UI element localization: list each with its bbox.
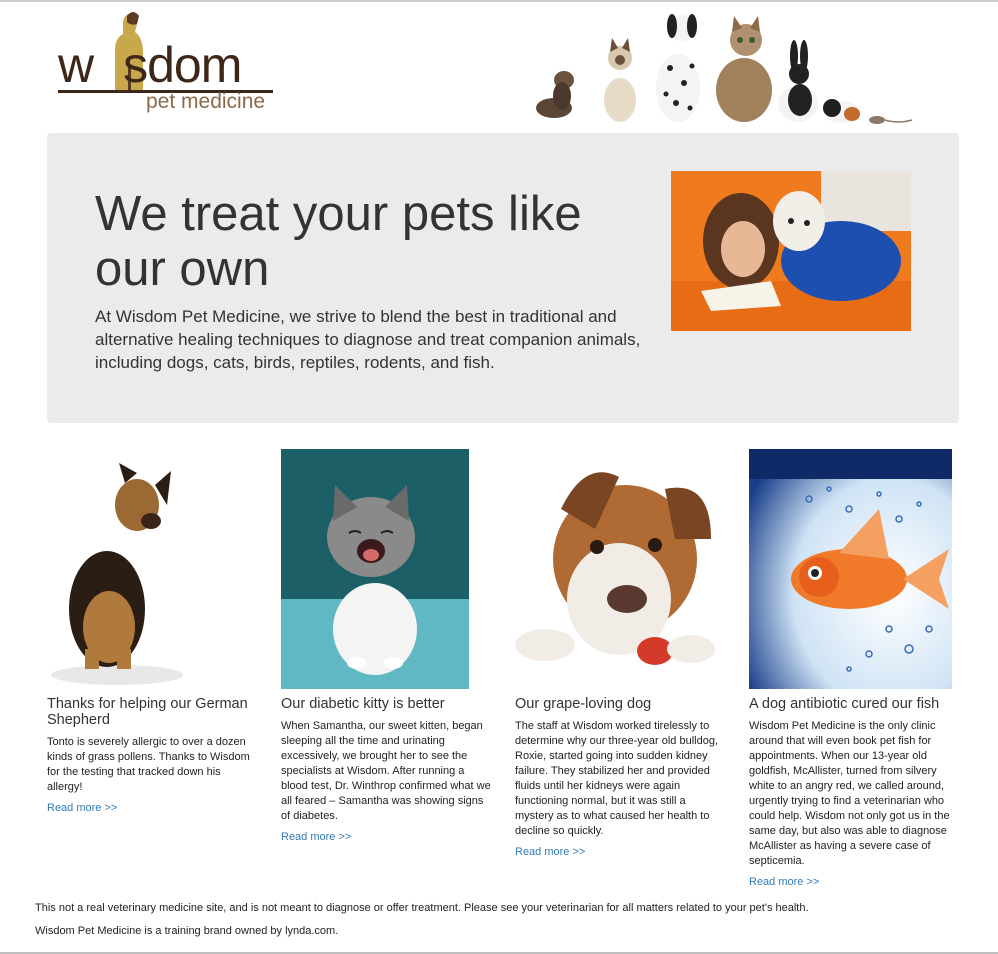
read-more-link[interactable]: Read more >> (281, 831, 351, 843)
logo-tagline: pet medicine (146, 90, 266, 113)
header-animals-image (536, 14, 913, 124)
site-logo[interactable]: w sdom pet medicine (58, 10, 288, 120)
hero-banner: We treat your pets like our own At Wisdo… (47, 133, 959, 423)
read-more-link[interactable]: Read more >> (515, 846, 585, 858)
woman-with-dog-photo (671, 171, 911, 331)
card-title: Our grape-loving dog (515, 696, 652, 712)
hero-title: We treat your pets like our own (95, 187, 582, 296)
bulldog-photo (515, 449, 717, 689)
kitten-photo (281, 449, 469, 689)
card-text: Wisdom Pet Medicine is the only clinic a… (749, 720, 950, 867)
german-shepherd-puppy-photo (47, 449, 187, 689)
card-text: The staff at Wisdom worked tirelessly to… (515, 720, 719, 837)
testimonial-card-german-shepherd: Thanks for helping our German Shepherd T… (47, 449, 257, 816)
hero-description: At Wisdom Pet Medicine, we strive to ble… (95, 307, 641, 372)
testimonial-card-grape-loving-dog: Our grape-loving dog The staff at Wisdom… (515, 449, 725, 860)
logo-text-end: sdom (123, 37, 242, 93)
read-more-link[interactable]: Read more >> (749, 876, 819, 888)
logo-text-start: w (58, 37, 94, 93)
card-text: Tonto is severely allergic to over a doz… (47, 736, 250, 793)
goldfish-photo (749, 449, 952, 689)
testimonial-card-fish-antibiotic: A dog antibiotic cured our fish Wisdom P… (749, 449, 959, 890)
card-title: A dog antibiotic cured our fish (749, 696, 940, 712)
footer-brand: Wisdom Pet Medicine is a training brand … (35, 925, 339, 937)
read-more-link[interactable]: Read more >> (47, 802, 117, 814)
testimonial-card-diabetic-kitty: Our diabetic kitty is better When Samant… (281, 449, 491, 845)
card-text: When Samantha, our sweet kitten, began s… (281, 720, 491, 822)
card-title: Our diabetic kitty is better (281, 696, 445, 712)
footer-disclaimer: This not a real veterinary medicine site… (35, 902, 809, 914)
card-title: Thanks for helping our German Shepherd (47, 696, 248, 728)
